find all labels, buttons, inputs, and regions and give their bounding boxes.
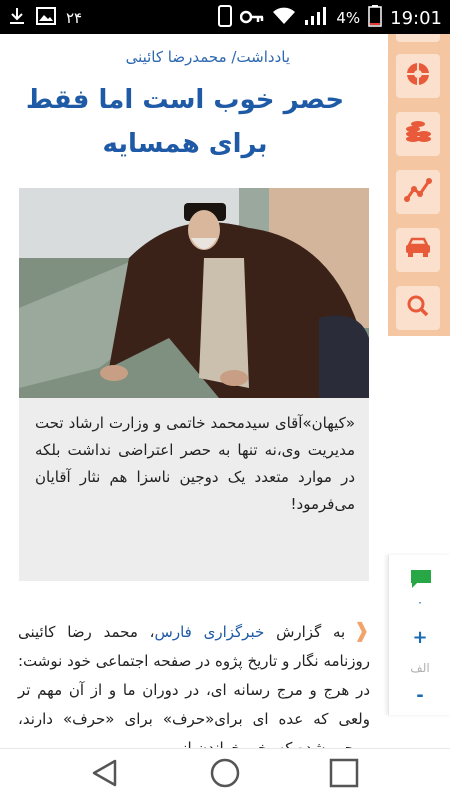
caption-box: «کیهان»آقای سیدمحمد خاتمی و وزارت ارشاد …: [19, 398, 369, 581]
body-prefix: به گزارش: [264, 623, 346, 641]
phone-icon: [218, 5, 233, 31]
article-headline[interactable]: حصر خوب است اما فقط برای همسایه: [20, 78, 350, 166]
comment-icon[interactable]: [409, 567, 433, 595]
recents-button[interactable]: [324, 758, 364, 792]
download-icon: [8, 6, 26, 30]
back-icon: [90, 758, 120, 792]
wifi-icon: [272, 7, 296, 29]
battery-percent: 4%: [336, 9, 361, 27]
battery-icon: [368, 5, 382, 31]
comment-count: ۰: [416, 595, 424, 609]
sports-icon: [405, 61, 431, 91]
source-link[interactable]: خبرگزاری فارس: [155, 623, 265, 641]
image-icon: [36, 7, 56, 29]
key-icon: [240, 9, 264, 28]
economy-button[interactable]: [396, 112, 440, 156]
reader-tools-panel: ۰ + الف -: [388, 555, 450, 715]
navigation-bar: [0, 748, 450, 801]
search-button[interactable]: [396, 286, 440, 330]
category-sidebar: [388, 34, 450, 336]
chart-icon: [404, 177, 432, 207]
car-button[interactable]: [396, 228, 440, 272]
article-view[interactable]: یادداشت/ محمدرضا کائینی حصر خوب است اما …: [0, 34, 388, 748]
home-button[interactable]: [205, 757, 245, 793]
font-increase-button[interactable]: +: [389, 627, 450, 648]
photo-caption: «کیهان»آقای سیدمحمد خاتمی و وزارت ارشاد …: [35, 414, 355, 513]
sports-button[interactable]: [396, 54, 440, 98]
car-icon: [404, 237, 432, 263]
search-icon: [406, 294, 430, 322]
clock: 19:01: [390, 7, 442, 29]
font-decrease-button[interactable]: -: [389, 685, 450, 706]
back-button[interactable]: [85, 759, 125, 791]
article-body[interactable]: ❰ به گزارش خبرگزاری فارس، محمد رضا کائینی…: [18, 616, 370, 748]
signal-icon: [304, 6, 328, 30]
status-left: ۲۴: [8, 6, 82, 30]
body-text: ، محمد رضا کائینی روزنامه نگار و تاریخ پ…: [18, 623, 370, 748]
recents-icon: [329, 758, 359, 792]
font-size-label: الف: [410, 661, 430, 675]
top-partial-button[interactable]: [396, 34, 440, 42]
status-bar: ۲۴ 4% 19:01: [0, 0, 450, 34]
coins-icon: [404, 119, 432, 149]
chart-button[interactable]: [396, 170, 440, 214]
status-right: 4% 19:01: [218, 5, 442, 31]
paragraph-bullet-icon: ❰: [353, 618, 370, 642]
article-photo[interactable]: [19, 188, 369, 398]
notification-count: ۲۴: [66, 9, 83, 27]
article-kicker[interactable]: یادداشت/ محمدرضا کائینی: [0, 48, 290, 66]
home-icon: [209, 757, 241, 793]
